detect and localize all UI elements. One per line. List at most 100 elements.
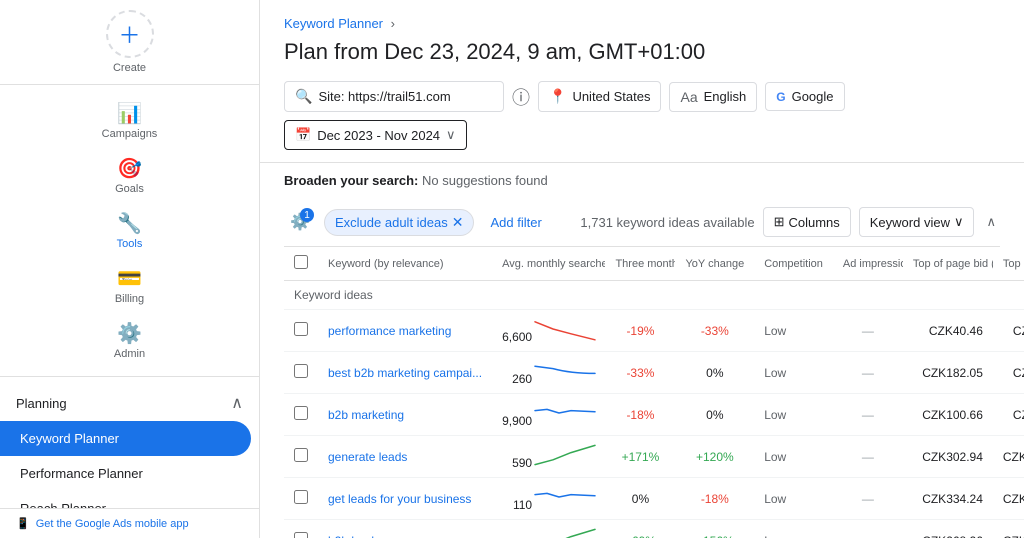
row-checkbox-cell — [284, 478, 318, 520]
admin-icon: ⚙️ — [117, 321, 142, 346]
goals-icon: 🎯 — [117, 156, 142, 181]
trend-chart — [535, 443, 595, 467]
nav-items: 📊 Campaigns 🎯 Goals 🔧 Tools 💳 Billing ⚙️… — [0, 85, 259, 377]
main-content: Keyword Planner › Plan from Dec 23, 2024… — [260, 0, 1024, 538]
site-filter[interactable]: 🔍 Site: https://trail51.com — [284, 81, 504, 112]
row-checkbox-5[interactable] — [294, 532, 308, 538]
top-high-cell: CZK655.48 — [993, 310, 1024, 352]
collapse-icon: ∧ — [986, 214, 996, 229]
breadcrumb[interactable]: Keyword Planner › — [284, 16, 1000, 31]
sidebar-item-tools[interactable]: 🔧 Tools — [0, 203, 259, 258]
main-body: Broaden your search: No suggestions foun… — [260, 163, 1024, 538]
ad-impression-cell: — — [833, 478, 903, 520]
create-button[interactable]: ＋ — [106, 10, 154, 58]
avg-monthly-header: Avg. monthly searches — [492, 247, 605, 281]
top-low-header: Top of page bid (low range) — [903, 247, 993, 281]
location-filter[interactable]: 📍 United States — [538, 81, 661, 112]
add-filter-label: Add filter — [490, 215, 541, 230]
row-checkbox-cell — [284, 436, 318, 478]
keyword-view-chevron: ∨ — [954, 214, 964, 230]
tools-icon: 🔧 — [117, 211, 142, 236]
site-filter-value: Site: https://trail51.com — [318, 89, 450, 104]
search-engine-filter[interactable]: G Google — [765, 82, 844, 111]
ad-impression-cell: — — [833, 310, 903, 352]
keyword-view-label: Keyword view — [870, 215, 950, 230]
sidebar-item-keyword-planner[interactable]: Keyword Planner — [0, 421, 251, 456]
avg-monthly-cell: 260 — [492, 352, 605, 394]
mobile-app-label: Get the Google Ads mobile app — [36, 518, 189, 530]
date-range-filter[interactable]: 📅 Dec 2023 - Nov 2024 ∨ — [284, 120, 467, 150]
mobile-app-icon: 📱 — [16, 517, 30, 530]
trend-chart — [535, 317, 595, 341]
row-checkbox-cell — [284, 520, 318, 538]
row-checkbox-4[interactable] — [294, 490, 308, 504]
keyword-cell: performance marketing — [318, 310, 492, 352]
three-month-cell: 0% — [605, 478, 675, 520]
add-filter-button[interactable]: Add filter — [482, 211, 549, 234]
filter-badge: 1 — [300, 208, 314, 222]
ad-impression-cell: — — [833, 394, 903, 436]
date-range-chevron: ∨ — [446, 127, 456, 143]
sidebar-footer[interactable]: 📱 Get the Google Ads mobile app — [0, 508, 259, 538]
sidebar-item-billing[interactable]: 💳 Billing — [0, 258, 259, 313]
search-info: Broaden your search: No suggestions foun… — [284, 163, 1000, 198]
sidebar-item-admin[interactable]: ⚙️ Admin — [0, 313, 259, 368]
row-checkbox-cell — [284, 310, 318, 352]
search-info-value: No suggestions found — [422, 173, 548, 188]
breadcrumb-arrow: › — [391, 16, 395, 31]
search-engine-value: Google — [792, 89, 834, 104]
main-header: Keyword Planner › Plan from Dec 23, 2024… — [260, 0, 1024, 163]
row-checkbox-2[interactable] — [294, 406, 308, 420]
row-checkbox-0[interactable] — [294, 322, 308, 336]
row-checkbox-1[interactable] — [294, 364, 308, 378]
yoy-cell: -33% — [675, 310, 754, 352]
sidebar-item-goals[interactable]: 🎯 Goals — [0, 148, 259, 203]
top-low-cell: CZK302.94 — [903, 436, 993, 478]
ad-impression-cell: — — [833, 436, 903, 478]
planning-header[interactable]: Planning ∧ — [0, 385, 259, 421]
row-checkbox-3[interactable] — [294, 448, 308, 462]
location-value: United States — [572, 89, 650, 104]
campaigns-icon: 📊 — [117, 101, 142, 126]
keyword-cell: b2b marketing — [318, 394, 492, 436]
select-all-checkbox[interactable] — [294, 255, 308, 269]
tools-label: Tools — [117, 238, 143, 250]
exclude-chip-label: Exclude adult ideas — [335, 215, 448, 230]
sidebar-item-reach-planner[interactable]: Reach Planner — [0, 491, 251, 508]
trend-chart — [535, 359, 595, 383]
language-filter[interactable]: Aa English — [669, 82, 757, 112]
ad-impression-header: Ad impression share — [833, 247, 903, 281]
exclude-adult-chip[interactable]: Exclude adult ideas ✕ — [324, 209, 474, 236]
keyword-view-button[interactable]: Keyword view ∨ — [859, 207, 975, 237]
avg-monthly-cell: 9,900 — [492, 394, 605, 436]
trend-chart — [535, 485, 595, 509]
yoy-cell: +156% — [675, 520, 754, 538]
toolbar: ⚙️ 1 Exclude adult ideas ✕ Add filter 1,… — [284, 198, 1000, 247]
planning-chevron: ∧ — [231, 393, 243, 413]
filter-icon-button[interactable]: ⚙️ 1 — [284, 206, 316, 238]
competition-cell: Low — [754, 352, 833, 394]
three-month-cell: -33% — [605, 352, 675, 394]
avg-monthly-cell: 6,600 — [492, 310, 605, 352]
sidebar-top: ＋ Create — [0, 0, 259, 85]
three-month-cell: +171% — [605, 436, 675, 478]
competition-cell: Low — [754, 478, 833, 520]
three-month-cell: -18% — [605, 394, 675, 436]
create-label: Create — [113, 62, 146, 74]
competition-cell: Low — [754, 394, 833, 436]
trend-chart — [535, 401, 595, 425]
sidebar-item-campaigns[interactable]: 📊 Campaigns — [0, 93, 259, 148]
sidebar-content: Planning ∧ Keyword Planner Performance P… — [0, 377, 259, 508]
page-title: Plan from Dec 23, 2024, 9 am, GMT+01:00 — [284, 39, 1000, 65]
exclude-chip-close[interactable]: ✕ — [452, 214, 464, 231]
columns-button[interactable]: ⊞ Columns — [763, 207, 851, 237]
yoy-header: YoY change — [675, 247, 754, 281]
search-info-label: Broaden your search: — [284, 173, 418, 188]
table-row: b2b marketing 9,900 -18% 0% Low — CZK100… — [284, 394, 1024, 436]
keyword-cell: generate leads — [318, 436, 492, 478]
sidebar-item-performance-planner[interactable]: Performance Planner — [0, 456, 251, 491]
sidebar: ＋ Create 📊 Campaigns 🎯 Goals 🔧 Tools 💳 B… — [0, 0, 260, 538]
collapse-button[interactable]: ∧ — [982, 210, 1000, 234]
top-high-cell: CZK1,254.61 — [993, 478, 1024, 520]
ad-impression-cell: — — [833, 520, 903, 538]
